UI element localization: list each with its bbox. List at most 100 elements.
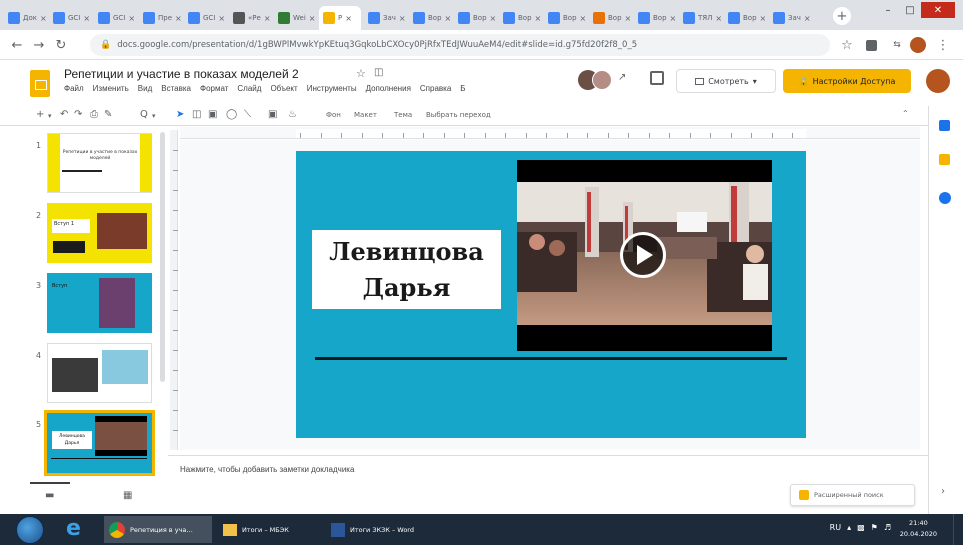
grid-view-icon[interactable]: ▦ (123, 490, 132, 501)
browser-tab[interactable]: ТЯЛ × (679, 6, 721, 30)
expand-panel-icon[interactable]: › (941, 486, 945, 497)
tab-close-icon[interactable]: × (535, 14, 541, 23)
maximize-button[interactable]: □ (899, 2, 921, 18)
tab-close-icon[interactable]: × (218, 14, 225, 23)
star-document-icon[interactable]: ☆ (356, 67, 366, 80)
explore-button[interactable]: Расширенный поиск (790, 484, 915, 506)
collapse-toolbar-icon[interactable]: ⌃ (902, 109, 909, 118)
browser-tab[interactable]: «Ре × (229, 6, 271, 30)
redo-icon[interactable]: ↷ (74, 109, 82, 120)
keep-icon[interactable] (939, 154, 950, 165)
browser-tab[interactable]: Вор × (634, 6, 676, 30)
profile-sync-button[interactable]: ⇆ (888, 36, 906, 54)
browser-tab[interactable]: GCI × (94, 6, 136, 30)
browser-tab[interactable]: Вор × (544, 6, 586, 30)
menu-item[interactable]: Слайд (237, 84, 261, 93)
tab-close-icon[interactable]: × (264, 14, 271, 23)
theme-button[interactable]: Тема (394, 111, 412, 119)
play-button[interactable] (620, 232, 666, 278)
taskbar-item-folder[interactable]: Итоги – МБЭК (218, 516, 308, 543)
internet-explorer-icon[interactable]: e (66, 518, 88, 540)
document-title[interactable]: Репетиции и участие в показах моделей 2 (64, 67, 299, 81)
system-clock[interactable]: 21:40 20.04.2020 (900, 518, 937, 540)
new-slide-icon[interactable]: + (36, 109, 44, 120)
taskbar-item-word[interactable]: Итоги ЗКЗК – Word (326, 516, 426, 543)
speaker-notes[interactable]: Нажмите, чтобы добавить заметки докладчи… (168, 455, 928, 483)
user-avatar[interactable] (926, 69, 950, 93)
menu-item[interactable]: Б (460, 84, 465, 93)
close-window-button[interactable]: ✕ (921, 2, 955, 18)
tab-close-icon[interactable]: × (760, 14, 766, 23)
browser-tab[interactable]: GCI × (49, 6, 91, 30)
volume-icon[interactable]: ♬ (884, 523, 891, 532)
slides-logo-icon[interactable] (30, 70, 50, 97)
move-folder-icon[interactable]: ◫ (374, 67, 383, 78)
minimize-button[interactable]: – (877, 2, 899, 18)
browser-menu-button[interactable]: ⋮ (934, 36, 952, 54)
tab-close-icon[interactable]: × (175, 14, 181, 23)
menu-item[interactable]: Объект (270, 84, 297, 93)
show-desktop-button[interactable] (953, 514, 963, 545)
slide-thumbnail-5[interactable]: Левинцова Дарья (44, 410, 155, 476)
flag-icon[interactable]: ⚑ (871, 523, 878, 532)
browser-tab[interactable]: Пре × (139, 6, 181, 30)
activity-icon[interactable]: ↗ (618, 72, 640, 90)
browser-tab[interactable]: Wei × (274, 6, 316, 30)
browser-tab[interactable]: Док × (4, 6, 46, 30)
slide-thumbnail-3[interactable]: Вступ (47, 273, 152, 333)
image-icon[interactable]: ▣ (208, 109, 217, 120)
zoom-dropdown-icon[interactable]: ▾ (152, 112, 156, 120)
bookmark-star-button[interactable]: ☆ (838, 36, 856, 54)
select-cursor-icon[interactable]: ➤ (176, 109, 184, 120)
tab-close-icon[interactable]: × (445, 14, 451, 23)
name-text-box[interactable]: Левинцова Дарья (312, 230, 501, 309)
slide-thumbnail-1[interactable]: Репетиции в участие в показах моделей (47, 133, 152, 193)
start-button[interactable] (16, 516, 44, 544)
menu-item[interactable]: Вид (138, 84, 152, 93)
paint-bucket-icon[interactable]: ♨ (288, 109, 297, 120)
reload-button[interactable]: ↻ (52, 36, 70, 54)
tab-close-icon[interactable]: × (715, 14, 721, 23)
tab-close-icon[interactable]: × (83, 14, 90, 23)
comment-add-icon[interactable]: ▣ (268, 109, 277, 120)
slide-thumbnail-2[interactable]: Вступ 1 (47, 203, 152, 263)
extension-button[interactable] (862, 36, 880, 54)
tab-close-icon[interactable]: × (309, 14, 316, 23)
browser-tab[interactable]: Р × (319, 6, 361, 30)
tab-close-icon[interactable]: × (625, 14, 631, 23)
filmstrip-scrollbar[interactable] (160, 132, 165, 382)
tab-close-icon[interactable]: × (128, 14, 135, 23)
slide-thumbnail-4[interactable] (47, 343, 152, 403)
browser-tab[interactable]: GCI × (184, 6, 226, 30)
tab-close-icon[interactable]: × (580, 14, 586, 23)
forward-button[interactable]: → (30, 36, 48, 54)
filmstrip-view-icon[interactable]: ▬ (45, 490, 54, 501)
collaborator-avatar[interactable] (592, 70, 612, 90)
shape-icon[interactable]: ◯ (226, 109, 237, 120)
print-icon[interactable]: ⎙ (90, 109, 98, 120)
background-button[interactable]: Фон (326, 111, 341, 119)
browser-tab[interactable]: Зач × (769, 6, 811, 30)
menu-item[interactable]: Изменить (93, 84, 129, 93)
layout-button[interactable]: Макет (354, 111, 377, 119)
tab-close-icon[interactable]: × (804, 14, 811, 23)
text-box-icon[interactable]: ◫ (192, 109, 201, 120)
menu-item[interactable]: Формат (200, 84, 228, 93)
menu-item[interactable]: Дополнения (366, 84, 411, 93)
embedded-video[interactable] (517, 160, 772, 351)
tab-close-icon[interactable]: × (399, 14, 406, 23)
slide-divider-line[interactable] (315, 357, 787, 360)
browser-tab[interactable]: Вор × (499, 6, 541, 30)
browser-tab[interactable]: Вор × (589, 6, 631, 30)
taskbar-item-chrome[interactable]: Репетиция в уча… (104, 516, 212, 543)
zoom-icon[interactable]: Q (140, 109, 148, 120)
browser-tab[interactable]: Вор × (724, 6, 766, 30)
paint-format-icon[interactable]: ✎ (104, 109, 112, 120)
browser-tab[interactable]: Вор × (409, 6, 451, 30)
browser-tab[interactable]: Зач × (364, 6, 406, 30)
share-button[interactable]: 🔒 Настройки Доступа (783, 69, 911, 93)
comments-icon[interactable] (650, 71, 664, 85)
undo-icon[interactable]: ↶ (60, 109, 68, 120)
transition-button[interactable]: Выбрать переход (426, 111, 491, 119)
present-button[interactable]: Смотреть ▾ (676, 69, 776, 93)
